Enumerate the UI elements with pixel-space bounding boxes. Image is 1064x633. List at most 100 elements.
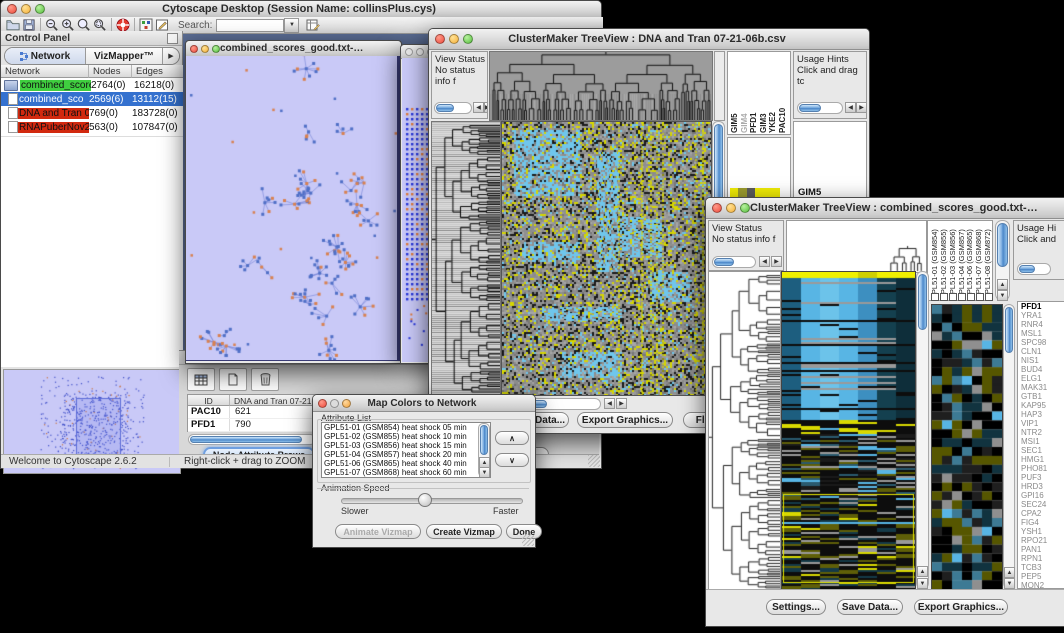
gene-label[interactable]: RPN1 [1021, 554, 1064, 563]
gene-label[interactable]: NIS1 [1021, 356, 1064, 365]
tv2-zoom-heatmap-canvas[interactable] [931, 304, 1003, 590]
dialog-resize-grip[interactable] [522, 534, 534, 546]
tv1-usage-scrollbar[interactable] [797, 102, 843, 114]
col-header-edges[interactable]: Edges [132, 65, 183, 78]
gene-label[interactable]: HAP3 [1021, 410, 1064, 419]
gene-label[interactable]: MON2 [1021, 581, 1064, 589]
gene-label[interactable]: PAN1 [1021, 545, 1064, 554]
tv2-labels-scrollbar[interactable]: ▲ ▼ [1003, 304, 1015, 589]
close-button[interactable] [712, 203, 722, 213]
attribute-list-item[interactable]: GPL51-07 (GSM868) heat shock 60 min [322, 469, 490, 478]
speed-slider-thumb[interactable] [418, 493, 432, 507]
tv2-column-label[interactable]: GPL51-03 (GSM856) [948, 223, 957, 300]
minimize-button[interactable] [416, 48, 424, 56]
close-button[interactable] [318, 399, 327, 408]
close-button[interactable] [190, 45, 198, 53]
attribute-list-item[interactable]: GPL51-01 (GSM854) heat shock 05 min [322, 424, 490, 433]
vscroll-thumb[interactable] [1005, 307, 1013, 353]
minimize-button[interactable] [449, 34, 459, 44]
tv2-heatmap-vscrollbar[interactable]: ▲ ▼ [916, 271, 929, 589]
gene-label[interactable]: FIG4 [1021, 518, 1064, 527]
gene-label[interactable]: PUF3 [1021, 473, 1064, 482]
attribute-list-item[interactable]: GPL51-06 (GSM865) heat shock 40 min [322, 460, 490, 469]
network-table-row[interactable]: combined_sco 2569(6) 13112(15) [1, 92, 183, 106]
zoom-button[interactable] [212, 45, 220, 53]
gene-label[interactable]: HMG1 [1021, 455, 1064, 464]
gene-label[interactable]: SEC1 [1021, 446, 1064, 455]
delete-attribute-button[interactable] [251, 368, 279, 391]
main-resize-grip[interactable] [588, 455, 600, 467]
tv1-export-graphics-button[interactable]: Export Graphics... [577, 412, 673, 428]
new-attribute-button[interactable] [219, 368, 247, 391]
tv2-status-scrollbar[interactable] [712, 256, 756, 268]
gene-label[interactable]: RPO21 [1021, 536, 1064, 545]
gene-label[interactable]: HRD3 [1021, 482, 1064, 491]
tab-vizmapper[interactable]: VizMapper™ [86, 48, 162, 64]
minimize-button[interactable] [726, 203, 736, 213]
gene-label[interactable]: TCB3 [1021, 563, 1064, 572]
gene-label[interactable]: BUD4 [1021, 365, 1064, 374]
tv2-usage-scrollbar[interactable] [1017, 263, 1051, 275]
attribute-list-item[interactable]: GPL51-02 (GSM855) heat shock 10 min [322, 433, 490, 442]
tv2-column-label[interactable]: GPL51-02 (GSM855) [939, 223, 948, 300]
tv2-gene-dendrogram-canvas[interactable] [708, 271, 781, 591]
vscroll-thumb[interactable] [480, 425, 488, 455]
scroll-right-arrow[interactable]: ▶ [484, 102, 488, 113]
gene-label[interactable]: SEC24 [1021, 500, 1064, 509]
tv1-column-label[interactable]: GIM3 [759, 55, 769, 133]
speed-slider-track[interactable] [341, 498, 523, 504]
gene-label[interactable]: GPI16 [1021, 491, 1064, 500]
gene-label[interactable]: PHO81 [1021, 464, 1064, 473]
vscroll-thumb[interactable] [997, 223, 1008, 267]
tv1-column-label[interactable]: YKE2 [768, 55, 778, 133]
attribute-editor-icon[interactable] [305, 17, 321, 33]
network-canvas[interactable] [186, 56, 400, 361]
scroll-up-arrow[interactable]: ▲ [997, 279, 1008, 290]
tv1-column-label[interactable]: GIM4 [740, 55, 750, 133]
tv2-column-label[interactable]: GPL51-06 (GSM865) [965, 223, 974, 300]
search-dropdown-button[interactable]: ▼ [284, 18, 299, 33]
create-vizmap-button[interactable]: Create Vizmap [426, 524, 502, 539]
gene-label[interactable]: MAK31 [1021, 383, 1064, 392]
scroll-right-arrow[interactable]: ▶ [616, 398, 627, 409]
network-table-row[interactable]: RNAPuberNov2+! 563(0) 107847(0) [1, 120, 183, 134]
search-input[interactable] [216, 19, 284, 32]
gene-label[interactable]: SPC98 [1021, 338, 1064, 347]
hscroll-thumb[interactable] [799, 104, 821, 112]
scroll-right-arrow[interactable]: ▶ [771, 256, 782, 267]
gene-label[interactable]: PEP5 [1021, 572, 1064, 581]
tab-overflow-button[interactable]: ▶ [162, 48, 179, 64]
tv2-column-label[interactable]: GPL51-01 (GSM854) [930, 223, 939, 300]
tv1-column-label[interactable]: PAC10 [778, 55, 788, 133]
hscroll-thumb[interactable] [190, 436, 302, 443]
zoom-button[interactable] [740, 203, 750, 213]
scroll-left-arrow[interactable]: ◀ [604, 398, 615, 409]
move-up-button[interactable]: ∧ [495, 431, 529, 445]
gene-label[interactable]: VIP1 [1021, 419, 1064, 428]
tv2-array-tree-canvas[interactable] [786, 220, 927, 273]
gene-label[interactable]: KAP95 [1021, 401, 1064, 410]
scroll-right-arrow[interactable]: ▶ [856, 102, 867, 113]
scroll-left-arrow[interactable]: ◀ [759, 256, 770, 267]
hscroll-thumb[interactable] [436, 104, 454, 112]
tv1-array-dendrogram-canvas[interactable] [489, 51, 713, 121]
move-down-button[interactable]: ∨ [495, 453, 529, 467]
scroll-down-arrow[interactable]: ▼ [917, 578, 928, 589]
tv1-heatmap-canvas[interactable] [501, 121, 712, 396]
treeview2-titlebar[interactable]: ClusterMaker TreeView : combined_scores_… [706, 198, 1064, 219]
zoom-button[interactable] [342, 399, 351, 408]
gene-label[interactable]: CPA2 [1021, 509, 1064, 518]
gene-label[interactable]: PFD1 [1021, 302, 1064, 311]
id-column-header[interactable]: ID [188, 395, 230, 406]
scroll-down-arrow[interactable]: ▼ [1004, 578, 1015, 589]
close-button[interactable] [435, 34, 445, 44]
tv2-heatmap-canvas[interactable] [781, 271, 916, 591]
gene-label[interactable]: ELG1 [1021, 374, 1064, 383]
main-titlebar[interactable]: Cytoscape Desktop (Session Name: collins… [1, 1, 601, 18]
hscroll-thumb[interactable] [1019, 265, 1035, 273]
data-panel-hscrollbar[interactable] [188, 434, 316, 445]
tv1-status-scrollbar[interactable] [434, 102, 472, 114]
scroll-up-arrow[interactable]: ▲ [917, 566, 928, 577]
gene-label[interactable]: MSL1 [1021, 329, 1064, 338]
tv2-export-graphics-button[interactable]: Export Graphics... [914, 599, 1008, 615]
